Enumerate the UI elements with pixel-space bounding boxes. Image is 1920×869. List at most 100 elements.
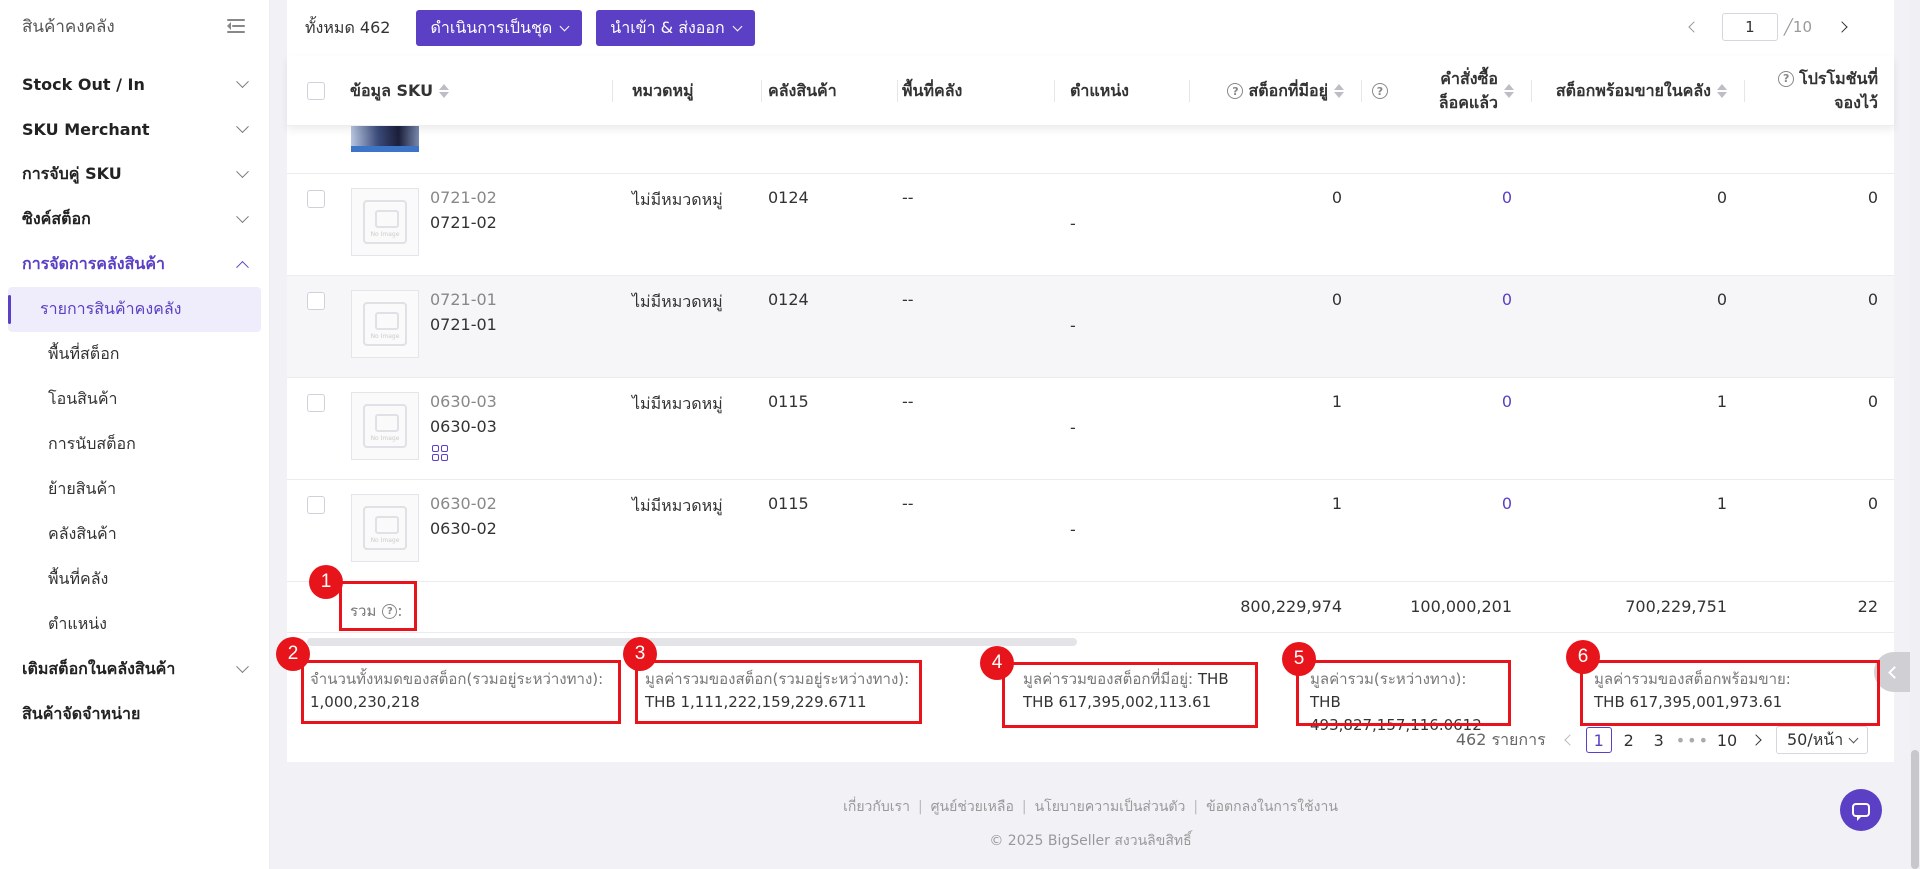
sidebar-group-sku-merchant[interactable]: SKU Merchant — [0, 107, 269, 152]
col-on-hand[interactable]: ? สต็อกที่มีอยู่ — [1202, 56, 1362, 126]
footer-separator: | — [1193, 799, 1199, 815]
sort-icon[interactable] — [439, 84, 450, 98]
sort-icon[interactable] — [1334, 84, 1344, 98]
footer-link-help[interactable]: ศูนย์ช่วยเหลือ — [931, 799, 1014, 815]
annotation-box-5 — [1296, 660, 1511, 726]
chevron-up-icon — [236, 260, 249, 274]
location-cell: - — [1070, 214, 1076, 233]
import-export-button[interactable]: นำเข้า & ส่งออก — [596, 10, 755, 46]
annotation-box-2 — [301, 660, 621, 724]
sidebar-item-warehouse[interactable]: คลังสินค้า — [8, 512, 261, 557]
no-image-text: No Image — [370, 435, 400, 442]
chat-button[interactable] — [1840, 789, 1882, 831]
col-available[interactable]: สต็อกพร้อมขายในคลัง — [1545, 56, 1745, 126]
table-row[interactable]: No Image 0630-02 0630-02 ไม่มีหมวดหมู่ 0… — [287, 480, 1894, 582]
collapse-menu-icon[interactable] — [227, 18, 245, 34]
sidebar-header: สินค้าคงคลัง — [0, 0, 269, 52]
col-locked-orders[interactable]: คำสั่งซื้อ ล็อคแล้ว — [1402, 56, 1532, 126]
sidebar-group-label: การจัดการคลังสินค้า — [22, 254, 166, 273]
prev-page-icon[interactable] — [1564, 734, 1576, 746]
product-thumbnail[interactable]: No Image — [351, 290, 419, 358]
page-3[interactable]: 3 — [1646, 727, 1672, 753]
footer-link-terms[interactable]: ข้อตกลงในการใช้งาน — [1206, 799, 1338, 815]
sidebar-item-label: คลังสินค้า — [48, 524, 117, 543]
page-1[interactable]: 1 — [1585, 727, 1612, 753]
row-checkbox[interactable] — [307, 190, 325, 208]
product-thumbnail[interactable]: No Image — [351, 392, 419, 460]
annotation-marker-1: 1 — [309, 565, 343, 599]
row-checkbox[interactable] — [307, 496, 325, 514]
sidebar-item-location[interactable]: ตำแหน่ง — [8, 602, 261, 647]
summary-available: 700,229,751 — [1625, 597, 1727, 616]
chevron-down-icon — [1848, 733, 1859, 743]
sidebar-item-label: การนับสต็อก — [48, 434, 136, 453]
locked-orders-link[interactable]: 0 — [1372, 188, 1512, 207]
annotation-box-1 — [339, 581, 417, 631]
footer-link-privacy[interactable]: นโยบายความเป็นส่วนตัว — [1035, 799, 1186, 815]
col-label: โปรโมชันที่ — [1799, 69, 1878, 88]
locked-orders-link[interactable]: 0 — [1372, 494, 1512, 513]
page-ellipsis[interactable]: ••• — [1676, 727, 1710, 753]
annotation-marker-6: 6 — [1566, 640, 1600, 674]
sidebar-group-sku-mapping[interactable]: การจับคู่ SKU — [0, 152, 269, 197]
sku-code[interactable]: 0630-03 — [430, 392, 497, 411]
prev-page-icon[interactable] — [1688, 21, 1700, 33]
sidebar-item-stock-count[interactable]: การนับสต็อก — [8, 422, 261, 467]
help-icon[interactable]: ? — [1778, 71, 1795, 87]
category-cell: ไม่มีหมวดหมู่ — [632, 394, 723, 413]
sidebar-group-replenish[interactable]: เติมสต็อกในคลังสินค้า — [0, 647, 269, 692]
record-count: 462 รายการ — [1455, 729, 1546, 749]
variant-grid-icon[interactable] — [432, 445, 448, 461]
table-row[interactable]: No Image 0630-03 0630-03 ไม่มีหมวดหมู่ 0… — [287, 378, 1894, 480]
sort-icon[interactable] — [1504, 84, 1514, 98]
sidebar-group-stock-out-in[interactable]: Stock Out / In — [0, 62, 269, 107]
col-sku-info[interactable]: ข้อมูล SKU — [350, 56, 613, 126]
sidebar-item-transfer[interactable]: โอนสินค้า — [8, 377, 261, 422]
sidebar-group-distribution[interactable]: สินค้าจัดจำหน่าย — [0, 692, 269, 737]
help-icon[interactable]: ? — [1227, 83, 1244, 99]
col-label: สต็อกที่มีอยู่ — [1248, 80, 1328, 100]
sidebar-item-warehouse-area[interactable]: พื้นที่คลัง — [8, 557, 261, 602]
sidebar-group-label: ซิงค์สต็อก — [22, 209, 91, 228]
warehouse-cell: 0115 — [768, 392, 809, 411]
sidebar-menu: Stock Out / In SKU Merchant การจับคู่ SK… — [0, 62, 269, 737]
locked-orders-link[interactable]: 0 — [1372, 392, 1512, 411]
row-checkbox[interactable] — [307, 394, 325, 412]
bulk-action-button[interactable]: ดำเนินการเป็นชุด — [416, 10, 583, 46]
product-thumbnail[interactable]: No Image — [351, 188, 419, 256]
scrollbar-thumb[interactable] — [1911, 750, 1919, 869]
help-icon[interactable]: ? — [1372, 83, 1388, 99]
page-input[interactable] — [1721, 13, 1778, 41]
sku-name: 0630-03 — [430, 417, 497, 436]
footer-link-about[interactable]: เกี่ยวกับเรา — [843, 799, 910, 815]
vertical-scrollbar[interactable] — [1910, 0, 1920, 869]
next-page-icon[interactable] — [1750, 734, 1762, 746]
select-all-checkbox[interactable] — [307, 82, 325, 100]
table-row[interactable]: No Image 0721-02 0721-02 ไม่มีหมวดหมู่ 0… — [287, 174, 1894, 276]
row-checkbox[interactable] — [307, 292, 325, 310]
sku-code[interactable]: 0721-01 — [430, 290, 497, 309]
horizontal-scrollbar[interactable] — [307, 638, 1077, 646]
page-10[interactable]: 10 — [1714, 727, 1740, 753]
product-thumbnail[interactable] — [351, 126, 419, 152]
product-thumbnail[interactable]: No Image — [351, 494, 419, 562]
next-page-icon[interactable] — [1836, 21, 1848, 33]
sku-code[interactable]: 0630-02 — [430, 494, 497, 513]
sidebar-item-inventory-list[interactable]: รายการสินค้าคงคลัง — [8, 287, 261, 332]
page-size-select[interactable]: 50/หน้า — [1776, 726, 1868, 754]
table-row[interactable]: No Image 0721-01 0721-01 ไม่มีหมวดหมู่ 0… — [287, 276, 1894, 378]
chat-icon — [1852, 803, 1870, 821]
col-promo-reserved: ? โปรโมชันที่ จองไว้ — [1750, 56, 1878, 126]
sku-code[interactable]: 0721-02 — [430, 188, 497, 207]
category-cell: ไม่มีหมวดหมู่ — [632, 292, 723, 311]
sidebar-group-sync-stock[interactable]: ซิงค์สต็อก — [0, 197, 269, 242]
on-hand-cell: 1 — [1331, 494, 1342, 513]
sidebar-item-stock-area[interactable]: พื้นที่สต็อก — [8, 332, 261, 377]
sku-name: 0721-01 — [430, 315, 497, 334]
sidebar-group-warehouse-management[interactable]: การจัดการคลังสินค้า — [0, 242, 269, 287]
sort-icon[interactable] — [1717, 84, 1727, 98]
page-2[interactable]: 2 — [1616, 727, 1642, 753]
warehouse-cell: 0115 — [768, 494, 809, 513]
locked-orders-link[interactable]: 0 — [1372, 290, 1512, 309]
sidebar-item-move[interactable]: ย้ายสินค้า — [8, 467, 261, 512]
